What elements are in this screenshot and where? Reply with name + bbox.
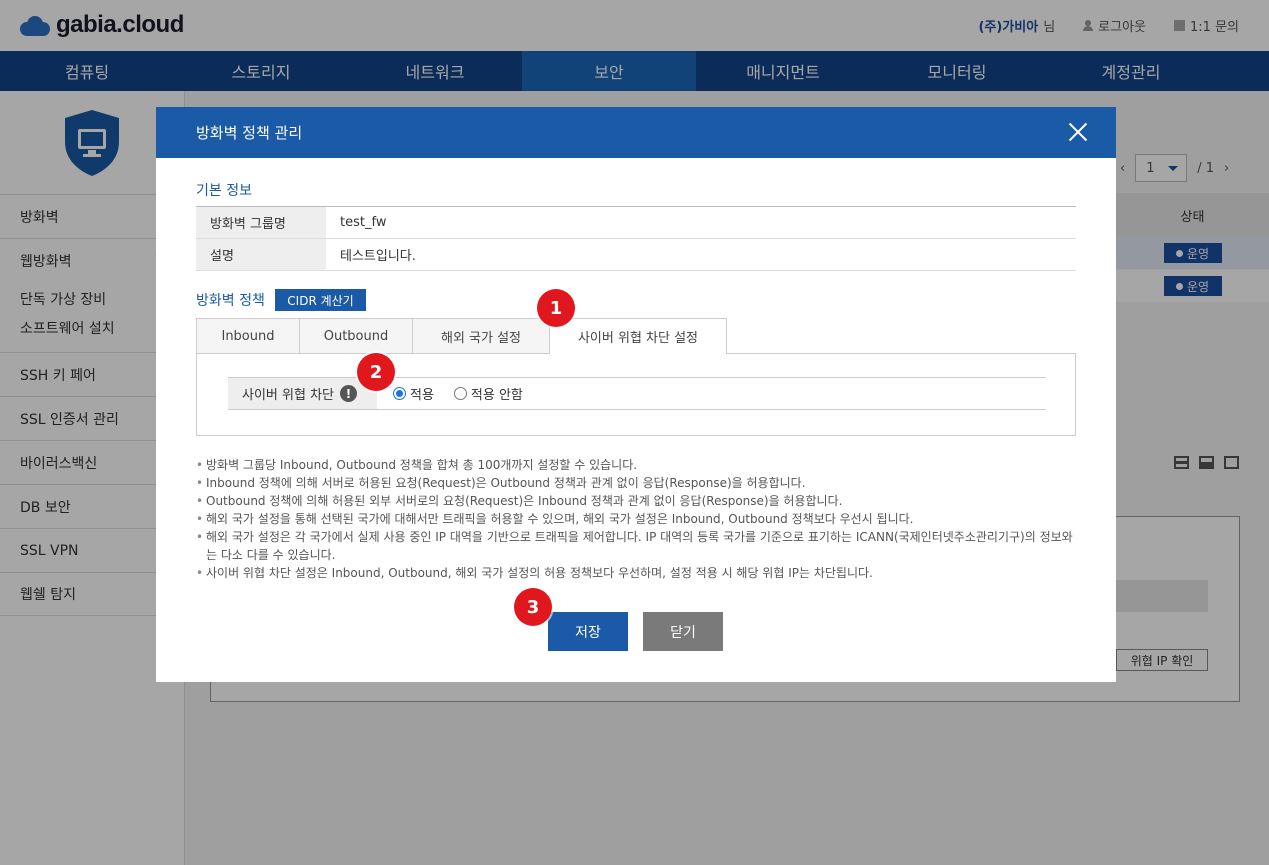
note-item: 방화벽 그룹당 Inbound, Outbound 정책을 합쳐 총 100개까… [196,456,1076,474]
radio-apply-circle[interactable] [393,387,406,400]
radio-not-apply[interactable]: 적용 안함 [453,384,523,403]
step-marker-3: 3 [514,588,552,626]
policy-notes: 방화벽 그룹당 Inbound, Outbound 정책을 합쳐 총 100개까… [196,456,1076,582]
field-value: test_fw [340,215,387,230]
step-marker-2: 2 [357,353,395,391]
save-button[interactable]: 저장 [548,612,628,651]
tab-overseas-country[interactable]: 해외 국가 설정 [412,318,549,354]
radio-not-apply-label: 적용 안함 [470,388,523,403]
info-row: 방화벽 그룹명 test_fw [196,207,1076,239]
note-item: Inbound 정책에 의해 서버로 허용된 요청(Request)은 Outb… [196,474,1076,492]
radio-not-apply-circle[interactable] [453,387,467,400]
step-marker-1: 1 [537,289,575,327]
cyber-threat-row: 사이버 위협 차단 ! 적용 적용 안함 [228,377,1046,410]
cyber-threat-label-cell: 사이버 위협 차단 ! [228,378,377,409]
tab-outbound[interactable]: Outbound [299,318,412,354]
cidr-calculator-button[interactable]: CIDR 계산기 [275,289,366,311]
close-icon[interactable] [1068,122,1088,142]
field-label: 방화벽 그룹명 [196,207,326,238]
modal-header: 방화벽 정책 관리 [156,107,1116,158]
basic-info-title: 기본 정보 [196,183,252,199]
cyber-threat-label: 사이버 위협 차단 [242,388,334,403]
exclamation-icon[interactable]: ! [340,385,357,402]
field-value: 테스트입니다. [340,249,416,264]
policy-tabs: Inbound Outbound 해외 국가 설정 사이버 위협 차단 설정 [196,318,1076,354]
info-row: 설명 테스트입니다. [196,239,1076,271]
basic-info-table: 방화벽 그룹명 test_fw 설명 테스트입니다. [196,206,1076,271]
tab-cyber-threat[interactable]: 사이버 위협 차단 설정 [549,318,727,354]
note-item: 해외 국가 설정은 각 국가에서 실제 사용 중인 IP 대역을 기반으로 트래… [196,528,1076,564]
firewall-policy-modal: 방화벽 정책 관리 기본 정보 방화벽 그룹명 test_fw 설명 테스트입니… [156,107,1116,682]
tab-panel: 사이버 위협 차단 ! 적용 적용 안함 [196,353,1076,436]
radio-apply[interactable]: 적용 [393,384,434,403]
note-item: 사이버 위협 차단 설정은 Inbound, Outbound, 해외 국가 설… [196,564,1076,582]
policy-title: 방화벽 정책 [196,293,265,309]
close-button[interactable]: 닫기 [643,612,723,651]
modal-title: 방화벽 정책 관리 [196,124,303,142]
radio-apply-label: 적용 [410,388,434,403]
tab-inbound[interactable]: Inbound [196,318,299,354]
note-item: 해외 국가 설정을 통해 선택된 국가에 대해서만 트래픽을 허용할 수 있으며… [196,510,1076,528]
field-label: 설명 [196,239,326,270]
note-item: Outbound 정책에 의해 허용된 외부 서버로의 요청(Request)은… [196,492,1076,510]
